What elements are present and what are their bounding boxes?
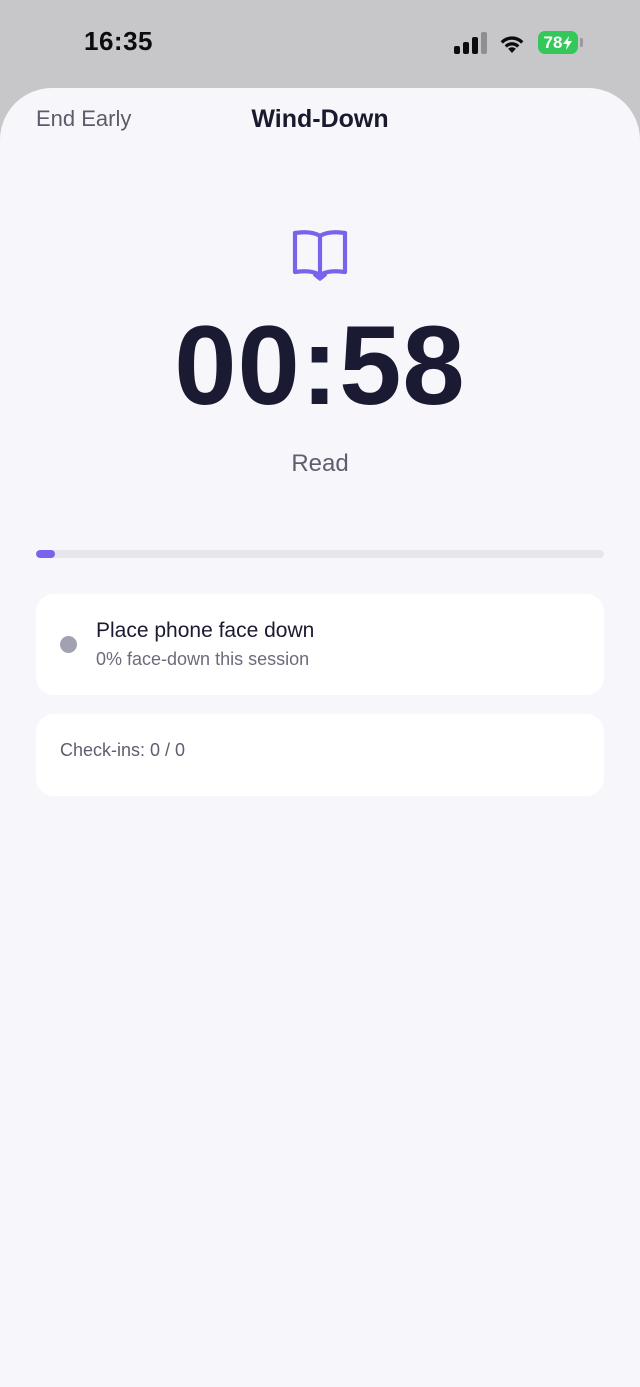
- face-down-subtitle: 0% face-down this session: [96, 649, 310, 669]
- checkins-card: Check-ins: 0 / 0: [36, 714, 604, 796]
- charging-bolt-icon: [563, 35, 573, 50]
- cellular-signal-icon: [454, 32, 488, 54]
- battery-level: 78: [543, 32, 563, 52]
- wind-down-sheet: End Early Wind-Down 00:58 Read Place pho…: [0, 88, 640, 1387]
- signal-bar: [481, 32, 487, 54]
- activity-label: Read: [291, 450, 349, 477]
- face-down-card: Place phone face down 0% face-down this …: [36, 594, 604, 695]
- session-progress-fill: [36, 550, 55, 558]
- session-progress-bar: [36, 550, 604, 558]
- battery-cap: [580, 38, 583, 47]
- signal-bar: [463, 42, 469, 54]
- page-title: Wind-Down: [251, 105, 389, 133]
- signal-bar: [454, 46, 460, 54]
- face-down-title: Place phone face down: [96, 619, 315, 642]
- book-icon: [292, 230, 348, 281]
- countdown-timer: 00:58: [174, 303, 466, 428]
- battery-indicator: 78: [538, 31, 578, 54]
- wifi-icon: [500, 36, 524, 53]
- signal-bar: [472, 37, 478, 54]
- checkins-count: Check-ins: 0 / 0: [60, 740, 186, 760]
- status-bar: 16:35 78: [0, 0, 640, 88]
- status-time: 16:35: [84, 26, 153, 56]
- face-down-status-dot: [60, 636, 77, 653]
